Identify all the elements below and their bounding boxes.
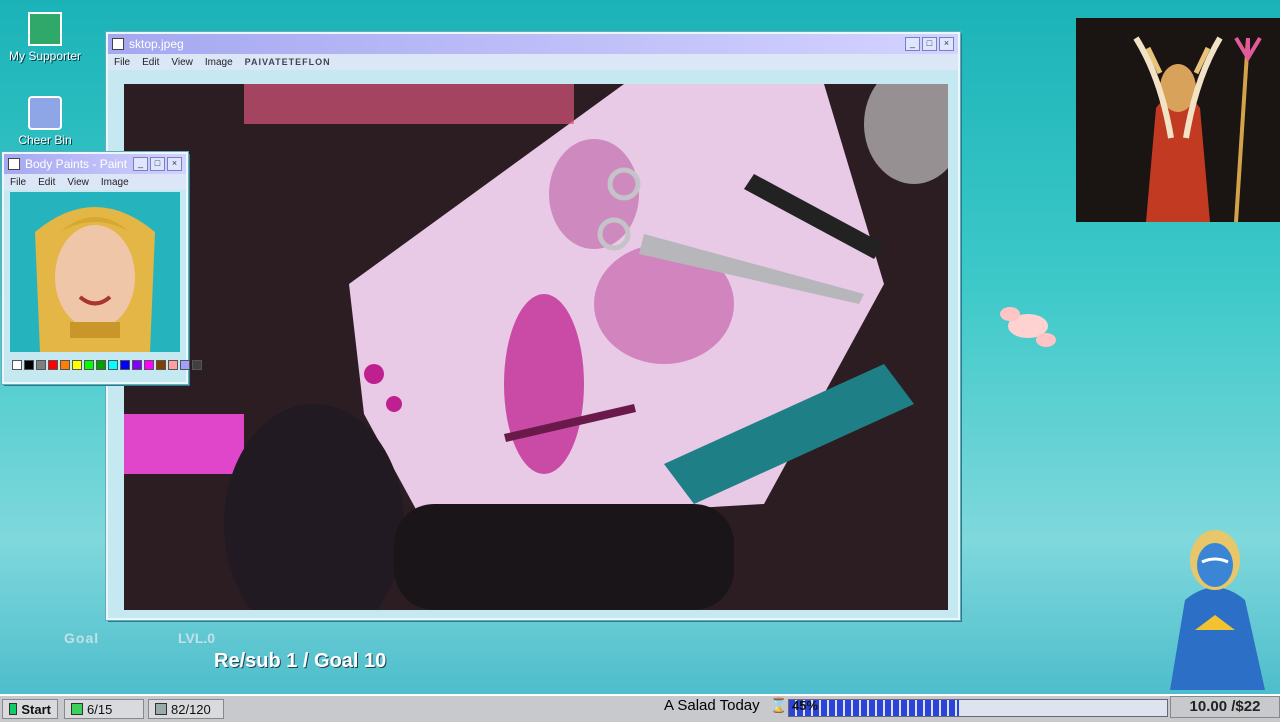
progress-percent: 45% <box>792 698 819 713</box>
menu-image[interactable]: Image <box>205 57 233 68</box>
goal-text: Re/sub 1 / Goal 10 <box>214 650 387 672</box>
windows-logo-icon <box>9 703 18 715</box>
goal-progress-bar <box>788 699 1168 717</box>
menu-bar: File Edit View Image <box>4 174 186 190</box>
palette-swatch[interactable] <box>84 360 94 370</box>
window-title: sktop.jpeg <box>129 37 184 51</box>
image-canvas <box>124 84 948 610</box>
palette-swatch[interactable] <box>72 360 82 370</box>
menu-file[interactable]: File <box>10 177 26 188</box>
palette-swatch[interactable] <box>156 360 166 370</box>
desktop-icon-cheer-bin[interactable]: Cheer Bin <box>0 96 90 147</box>
goal-title: A Salad Today <box>664 697 760 714</box>
webcam-art-panel <box>1076 18 1280 222</box>
subscriber-count-button[interactable]: 82/120 <box>148 699 224 719</box>
chat-icon <box>155 703 167 715</box>
window-title: Body Paints - Paint <box>25 157 128 171</box>
desktop-icon-label: Cheer Bin <box>18 133 72 147</box>
window-titlebar[interactable]: sktop.jpeg _ □ × <box>108 34 958 54</box>
paint-canvas <box>10 192 180 352</box>
monitor-user-icon <box>28 12 62 46</box>
palette-swatch[interactable] <box>180 360 190 370</box>
fantasy-figure-image <box>1076 18 1280 222</box>
start-button[interactable]: Start <box>2 699 58 719</box>
desktop-icon-label: My Supporter <box>8 49 82 63</box>
subscriber-count: 82/120 <box>171 701 211 717</box>
paint-app-icon <box>8 158 20 170</box>
maximize-button[interactable]: □ <box>150 157 165 171</box>
menu-image[interactable]: Image <box>101 177 129 188</box>
donation-amount: 10.00 /$22 <box>1170 696 1280 718</box>
menu-view[interactable]: View <box>67 177 89 188</box>
menu-bar: File Edit View Image PAIVATETEFLON <box>108 54 958 70</box>
goal-level: LVL.0 <box>178 630 216 646</box>
window-titlebar[interactable]: Body Paints - Paint _ □ × <box>4 154 186 174</box>
start-label: Start <box>21 701 51 717</box>
window-app-icon <box>112 38 124 50</box>
streamer-avatar <box>1150 520 1280 690</box>
palette-swatch[interactable] <box>60 360 70 370</box>
palette-swatch[interactable] <box>168 360 178 370</box>
desk-photo <box>124 84 948 610</box>
palette-swatch[interactable] <box>192 360 202 370</box>
palette-swatch[interactable] <box>96 360 106 370</box>
balloon-animal-decoration <box>988 296 1068 361</box>
keyboard <box>394 504 734 610</box>
bin-icon <box>28 96 62 130</box>
goal-label: Goal <box>64 630 100 646</box>
menu-file[interactable]: File <box>114 57 130 68</box>
palette-swatch[interactable] <box>48 360 58 370</box>
color-palette <box>12 360 202 370</box>
portrait-image <box>10 192 180 352</box>
palette-swatch[interactable] <box>120 360 130 370</box>
palette-swatch[interactable] <box>108 360 118 370</box>
close-button[interactable]: × <box>167 157 182 171</box>
light-strip <box>124 414 244 474</box>
minimize-button[interactable]: _ <box>905 37 920 51</box>
palette-swatch[interactable] <box>36 360 46 370</box>
minimize-button[interactable]: _ <box>133 157 148 171</box>
paint-window[interactable]: Body Paints - Paint _ □ × File Edit View… <box>2 152 202 384</box>
menu-view[interactable]: View <box>171 57 193 68</box>
palette-swatch[interactable] <box>24 360 34 370</box>
palette-swatch[interactable] <box>144 360 154 370</box>
desktop-icon-my-supporter[interactable]: My Supporter <box>0 12 90 63</box>
hourglass-icon: ⌛ <box>770 697 788 713</box>
heart-icon <box>71 703 83 715</box>
menu-edit[interactable]: Edit <box>38 177 55 188</box>
maximize-button[interactable]: □ <box>922 37 937 51</box>
close-button[interactable]: × <box>939 37 954 51</box>
follower-count-button[interactable]: 6/15 <box>64 699 144 719</box>
overlay-username: PAIVATETEFLON <box>244 57 331 67</box>
palette-swatch[interactable] <box>12 360 22 370</box>
palette-swatch[interactable] <box>132 360 142 370</box>
image-viewer-window[interactable]: sktop.jpeg _ □ × File Edit View Image PA… <box>106 32 960 620</box>
follower-count: 6/15 <box>87 701 113 717</box>
menu-edit[interactable]: Edit <box>142 57 159 68</box>
